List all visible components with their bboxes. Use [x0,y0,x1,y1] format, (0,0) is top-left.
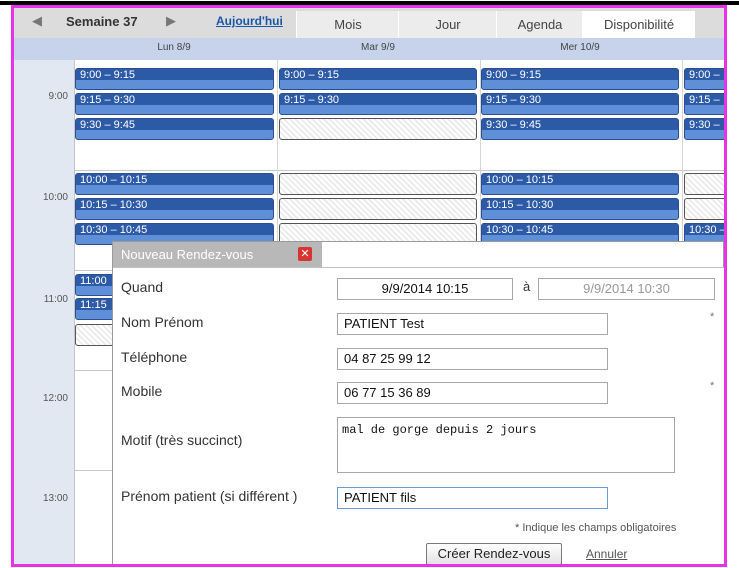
to-label: à [523,279,531,294]
previous-week-icon[interactable]: ◀ [32,13,42,29]
time-slot[interactable]: 10:00 – 10:15 [481,173,679,195]
booked-slot [279,118,477,140]
time-slot[interactable]: 9:30 – 9:45 [75,118,274,140]
tab-availability[interactable]: Disponibilité [582,11,695,38]
time-slot[interactable]: 10:15 – 10:30 [481,198,679,220]
dialog-title: Nouveau Rendez-vous [121,247,254,262]
tab-month[interactable]: Mois [296,11,399,38]
tab-day[interactable]: Jour [398,11,497,38]
time-slot[interactable]: 9:15 – [684,93,724,115]
calendar-frame: ◀ Semaine 37 ▶ Aujourd'hui Mois Jour Age… [11,5,727,567]
when-label: Quand [121,279,164,295]
time-slot[interactable]: 9:30 – [684,118,724,140]
dialog-body: Quand 9/9/2014 10:15 à 9/9/2014 10:30 No… [113,267,724,564]
time-label: 10:00 [42,192,68,203]
today-link[interactable]: Aujourd'hui [216,14,283,28]
end-datetime-field[interactable]: 9/9/2014 10:30 [538,278,715,300]
day-header: Lun 8/9 Mar 9/9 Mer 10/9 [14,38,724,60]
time-slot[interactable]: 10:00 – 10:15 [75,173,274,195]
time-slot[interactable]: 11:15 [75,298,115,320]
week-label: Semaine 37 [66,14,138,29]
required-mark: * [710,380,715,392]
dialog-title-bar[interactable]: Nouveau Rendez-vous ✕ [113,242,322,267]
patient-firstname-field[interactable]: PATIENT fils [337,487,608,509]
new-appointment-dialog: Nouveau Rendez-vous ✕ Quand 9/9/2014 10:… [112,241,724,564]
booked-slot [75,324,115,346]
time-slot[interactable]: 9:00 – 9:15 [481,68,679,90]
close-icon[interactable]: ✕ [298,247,312,261]
time-label: 12:00 [42,393,68,404]
reason-label: Motif (très succinct) [121,432,243,448]
time-slot[interactable]: 11:00 [75,274,115,296]
patient-firstname-label: Prénom patient (si différent ) [121,488,298,504]
time-slot[interactable]: 9:15 – 9:30 [75,93,274,115]
time-slot[interactable]: 9:00 – 9:15 [75,68,274,90]
hour-divider [74,170,724,171]
time-slot[interactable]: 9:00 – [684,68,724,90]
day-header-wednesday: Mer 10/9 [560,42,600,53]
required-mark: * [710,311,715,323]
time-slot[interactable]: 9:30 – 9:45 [481,118,679,140]
calendar-toolbar: ◀ Semaine 37 ▶ Aujourd'hui Mois Jour Age… [14,8,724,38]
time-label: 11:00 [43,294,68,305]
booked-slot [684,173,724,195]
mobile-label: Mobile [121,383,163,399]
booked-slot [684,198,724,220]
next-week-icon[interactable]: ▶ [166,13,176,29]
time-label: 9:00 [48,91,68,102]
time-slot[interactable]: 9:15 – 9:30 [481,93,679,115]
mobile-field[interactable]: 06 77 15 36 89 [337,382,608,404]
time-slot[interactable]: 9:00 – 9:15 [279,68,477,90]
booked-slot [279,198,477,220]
day-header-tuesday: Mar 9/9 [361,42,395,53]
reason-textarea[interactable]: mal de gorge depuis 2 jours [337,417,675,473]
cancel-link[interactable]: Annuler [586,547,627,561]
name-field[interactable]: PATIENT Test [337,313,608,335]
start-datetime-field[interactable]: 9/9/2014 10:15 [337,278,513,300]
time-column [14,60,75,564]
time-slot[interactable]: 9:15 – 9:30 [279,93,477,115]
tab-agenda[interactable]: Agenda [496,11,583,38]
required-fields-note: * Indique les champs obligatoires [515,522,677,534]
create-appointment-button[interactable]: Créer Rendez-vous [426,543,562,564]
phone-field[interactable]: 04 87 25 99 12 [337,348,608,370]
time-label: 13:00 [42,493,68,504]
day-header-monday: Lun 8/9 [157,42,191,53]
name-label: Nom Prénom [121,314,204,330]
phone-label: Téléphone [121,349,188,365]
time-slot[interactable]: 10:15 – 10:30 [75,198,274,220]
booked-slot [279,173,477,195]
